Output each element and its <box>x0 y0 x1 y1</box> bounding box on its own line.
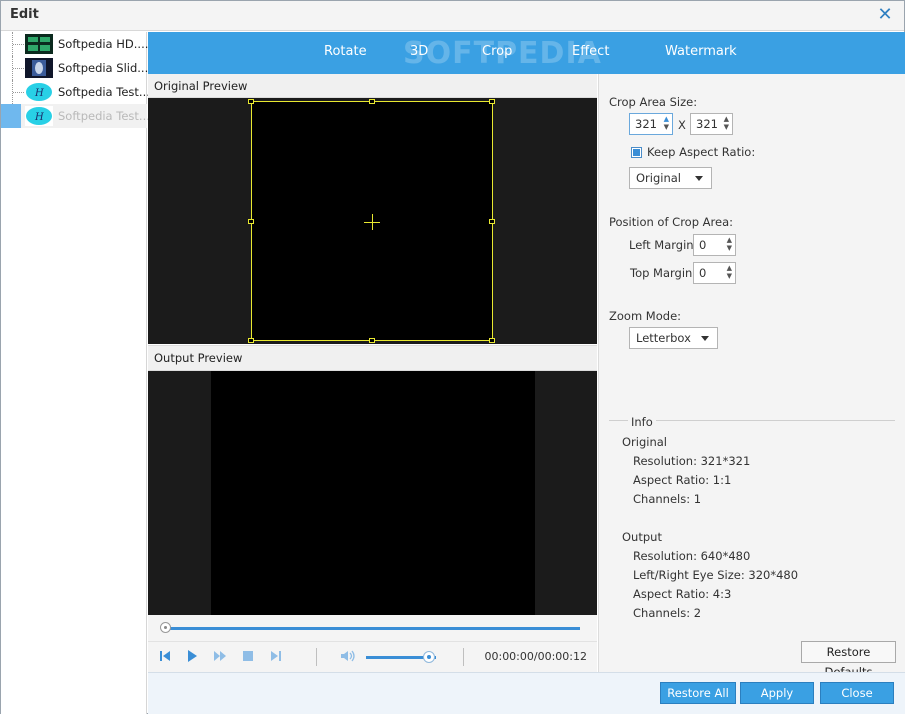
seek-track[interactable] <box>165 627 580 630</box>
zoom-mode-select[interactable]: Letterbox <box>629 327 718 349</box>
tab-3d[interactable]: 3D <box>410 44 428 59</box>
divider <box>463 648 464 666</box>
file-item[interactable]: Softpedia HD.... <box>1 32 149 56</box>
tab-effect[interactable]: Effect <box>572 44 609 59</box>
info-output-label: Output <box>622 530 662 544</box>
left-margin-label: Left Margin: <box>629 238 698 252</box>
stepper-arrows-icon[interactable]: ▲ ▼ <box>664 115 669 131</box>
skip-back-icon[interactable] <box>158 649 172 663</box>
tab-bar: SOFTPEDIA Rotate 3D Crop Effect Watermar… <box>148 32 905 74</box>
crop-handle[interactable] <box>369 338 375 343</box>
crosshair-icon <box>372 214 373 230</box>
stepper-arrows-icon[interactable]: ▲ ▼ <box>724 115 729 131</box>
svg-text:H: H <box>34 88 44 99</box>
file-name: Softpedia HD.... <box>58 37 149 51</box>
original-preview <box>148 98 597 344</box>
original-preview-header: Original Preview <box>148 74 597 98</box>
top-margin-label: Top Margin: <box>630 266 697 280</box>
keep-aspect-checkbox[interactable] <box>631 147 642 158</box>
file-item-selected[interactable]: H Softpedia Test... <box>1 104 150 128</box>
crop-handle[interactable] <box>489 99 495 104</box>
playback-controls: 00:00:00/00:00:12 <box>148 641 597 672</box>
info-output-channels: Channels: 2 <box>633 606 702 620</box>
tab-watermark[interactable]: Watermark <box>665 44 737 59</box>
output-frame <box>211 371 535 615</box>
file-list: Softpedia HD.... Softpedia Slid... H Sof… <box>1 32 150 714</box>
edit-window: Edit ✕ Softpedia HD.... Softpedia Slid..… <box>0 0 905 714</box>
video-thumbnail-icon: H <box>25 106 53 126</box>
restore-defaults-button[interactable]: Restore Defaults <box>801 641 896 679</box>
close-button[interactable]: Close <box>820 682 894 704</box>
crop-handle[interactable] <box>248 219 254 224</box>
crop-width-stepper[interactable]: 321 ▲ ▼ <box>629 113 673 135</box>
seek-handle[interactable] <box>160 622 171 633</box>
video-thumbnail-icon: H <box>25 82 53 102</box>
info-output-aspect: Aspect Ratio: 4:3 <box>633 587 732 601</box>
info-title: Info <box>628 415 656 429</box>
output-preview <box>148 371 597 615</box>
file-name: Softpedia Test... <box>58 85 150 99</box>
crop-handle[interactable] <box>489 219 495 224</box>
apply-button[interactable]: Apply <box>740 682 814 704</box>
crop-handle[interactable] <box>248 99 254 104</box>
zoom-mode-label: Zoom Mode: <box>609 309 682 323</box>
file-item[interactable]: Softpedia Slid... <box>1 56 149 80</box>
top-margin-stepper[interactable]: 0 ▲ ▼ <box>693 262 736 284</box>
play-icon[interactable] <box>185 649 199 663</box>
crop-position-label: Position of Crop Area: <box>609 215 734 229</box>
aspect-ratio-select[interactable]: Original <box>629 167 712 189</box>
original-preview-label: Original Preview <box>154 79 248 93</box>
crop-handle[interactable] <box>369 99 375 104</box>
seek-bar[interactable] <box>148 615 597 641</box>
file-name: Softpedia Slid... <box>58 61 149 75</box>
volume-icon[interactable] <box>340 649 356 663</box>
crop-area[interactable] <box>248 99 495 343</box>
volume-handle[interactable] <box>423 651 435 663</box>
crop-area-size-label: Crop Area Size: <box>609 95 698 109</box>
output-preview-header: Output Preview <box>148 345 597 371</box>
divider <box>316 648 317 666</box>
stepper-arrows-icon[interactable]: ▲ ▼ <box>727 236 732 252</box>
info-original-channels: Channels: 1 <box>633 492 702 506</box>
info-original-aspect: Aspect Ratio: 1:1 <box>633 473 732 487</box>
chevron-down-icon <box>695 176 703 181</box>
svg-text:H: H <box>34 112 44 123</box>
skip-forward-icon[interactable] <box>269 649 283 663</box>
left-margin-stepper[interactable]: 0 ▲ ▼ <box>693 234 736 256</box>
stepper-arrows-icon[interactable]: ▲ ▼ <box>727 264 732 280</box>
stop-icon[interactable] <box>241 649 255 663</box>
info-original-label: Original <box>622 435 668 449</box>
close-icon[interactable]: ✕ <box>876 6 894 24</box>
size-separator-label: X <box>678 118 686 132</box>
chevron-down-icon <box>701 336 709 341</box>
window-title: Edit <box>10 7 39 22</box>
crop-handle[interactable] <box>489 338 495 343</box>
crop-settings-panel: Crop Area Size: 321 ▲ ▼ X 321 ▲ ▼ Keep Asp… <box>598 74 905 679</box>
time-display: 00:00:00/00:00:12 <box>484 650 587 663</box>
tab-rotate[interactable]: Rotate <box>324 44 367 59</box>
output-preview-label: Output Preview <box>154 351 243 365</box>
file-name: Softpedia Test... <box>58 109 150 123</box>
file-item[interactable]: H Softpedia Test... <box>1 80 150 104</box>
video-thumbnail-icon <box>25 58 53 78</box>
crop-handle[interactable] <box>248 338 254 343</box>
crop-height-stepper[interactable]: 321 ▲ ▼ <box>690 113 733 135</box>
video-thumbnail-icon <box>25 34 53 54</box>
info-output-resolution: Resolution: 640*480 <box>633 549 751 563</box>
info-original-resolution: Resolution: 321*321 <box>633 454 751 468</box>
tab-crop[interactable]: Crop <box>482 44 512 59</box>
footer-bar: Restore All Apply Close <box>148 672 905 714</box>
keep-aspect-label: Keep Aspect Ratio: <box>647 145 756 159</box>
title-bar: Edit ✕ <box>1 1 904 31</box>
restore-all-button[interactable]: Restore All <box>660 682 736 704</box>
fast-forward-icon[interactable] <box>213 649 227 663</box>
info-output-eye-size: Left/Right Eye Size: 320*480 <box>633 568 799 582</box>
